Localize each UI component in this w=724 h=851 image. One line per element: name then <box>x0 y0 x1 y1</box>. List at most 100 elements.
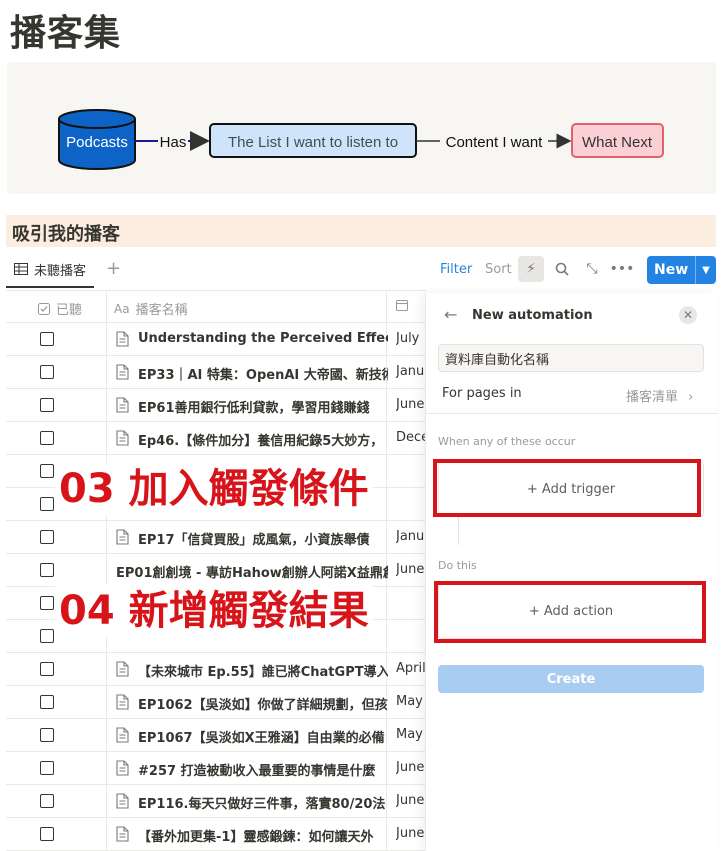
bolt-icon[interactable]: ⚡︎ <box>518 256 544 282</box>
row-name[interactable]: #257 打造被動收入最重要的事情是什麼 <box>138 760 388 779</box>
panel-title: New automation <box>472 308 593 323</box>
sort-button[interactable]: Sort <box>485 262 512 277</box>
filter-button[interactable]: Filter <box>440 262 472 277</box>
list-node: The List I want to listen to <box>209 123 417 158</box>
podcasts-node: Podcasts <box>58 109 136 170</box>
row-name[interactable]: EP33｜AI 特集：OpenAI 大帝國、新技術 <box>138 364 388 383</box>
section-heading: 吸引我的播客 <box>6 215 716 247</box>
table-row[interactable]: EP33｜AI 特集：OpenAI 大帝國、新技術 Janu <box>6 356 426 389</box>
row-date: April <box>396 661 426 676</box>
annotation-step3: 03 加入觸發條件 <box>55 463 373 515</box>
new-button-label: New <box>654 262 689 278</box>
database-toolbar: 未聽播客 + Filter Sort ⚡︎ ⤡ ••• New ▼ <box>6 252 716 288</box>
table-row[interactable]: EP116.每天只做好三件事，落實80/20法 June <box>6 785 426 818</box>
row-date: May <box>396 727 423 742</box>
add-view-icon[interactable]: + <box>106 258 121 279</box>
table-row[interactable]: #257 打造被動收入最重要的事情是什麼 June <box>6 752 426 785</box>
row-checkbox[interactable] <box>40 497 54 511</box>
page-title: 播客集 <box>10 13 122 54</box>
highlight-action <box>434 581 706 643</box>
table-row[interactable]: Understanding the Perceived Effectiven Ju… <box>6 323 426 356</box>
row-checkbox[interactable] <box>40 695 54 709</box>
row-checkbox[interactable] <box>40 563 54 577</box>
table-icon <box>14 263 28 275</box>
row-date: June <box>396 793 425 808</box>
row-date: June <box>396 826 425 841</box>
automation-name-input[interactable] <box>438 344 704 372</box>
page-icon <box>116 364 129 380</box>
header-name[interactable]: Aa 播客名稱 <box>114 299 188 319</box>
edge-content-label: Content I want <box>446 134 544 151</box>
row-checkbox[interactable] <box>40 794 54 808</box>
row-checkbox[interactable] <box>40 629 54 643</box>
more-icon[interactable]: ••• <box>609 256 635 282</box>
page-icon <box>116 331 129 347</box>
tab-view[interactable]: 未聽播客 <box>6 252 95 288</box>
row-name[interactable]: 【番外加更集-1】靈感鍛鍊：如何讓天外 <box>138 826 388 845</box>
row-date: May <box>396 694 423 709</box>
row-name[interactable]: Understanding the Perceived Effectiven <box>138 331 388 346</box>
page-icon <box>116 397 129 413</box>
header-checkbox[interactable]: 已聽 <box>38 299 82 318</box>
row-name[interactable]: Ep46.【條件加分】養信用紀錄5大妙方， <box>138 430 388 449</box>
table-row[interactable]: EP01創創境 - 專訪Hahow創辦人阿諾X益鼎創 June <box>6 554 426 587</box>
podcasts-label: Podcasts <box>66 134 128 151</box>
row-name[interactable]: EP1062【吳淡如】你做了詳細規劃，但孩 <box>138 694 388 713</box>
back-arrow-icon[interactable]: ← <box>444 305 457 324</box>
row-name[interactable]: EP17「信貸買股」成風氣，小資族舉債 <box>138 529 388 548</box>
page-icon <box>116 760 129 776</box>
row-name[interactable]: EP61善用銀行低利貸款，學習用錢賺錢 <box>138 397 388 416</box>
row-date: July <box>396 331 420 346</box>
chevron-down-icon[interactable]: ▼ <box>695 256 716 284</box>
row-checkbox[interactable] <box>40 596 54 610</box>
page-icon <box>116 661 129 677</box>
row-checkbox[interactable] <box>40 431 54 445</box>
divider <box>426 413 718 414</box>
table-row[interactable]: EP1067【吳淡如X王雅涵】自由業的必備 May <box>6 719 426 752</box>
row-checkbox[interactable] <box>40 827 54 841</box>
row-date: Janu <box>396 364 425 379</box>
table-row[interactable]: Ep46.【條件加分】養信用紀錄5大妙方， Dece <box>6 422 426 455</box>
row-checkbox[interactable] <box>40 530 54 544</box>
row-checkbox[interactable] <box>40 398 54 412</box>
table-row[interactable]: 【番外加更集-1】靈感鍛鍊：如何讓天外 June <box>6 818 426 851</box>
row-checkbox[interactable] <box>40 662 54 676</box>
table-row[interactable]: EP1062【吳淡如】你做了詳細規劃，但孩 May <box>6 686 426 719</box>
create-button[interactable]: Create <box>438 665 704 693</box>
row-date: June <box>396 760 425 775</box>
row-checkbox[interactable] <box>40 332 54 346</box>
header-checkbox-label: 已聽 <box>56 303 83 318</box>
search-icon[interactable] <box>549 256 575 282</box>
expand-icon[interactable]: ⤡ <box>579 256 605 282</box>
for-pages-value: 播客清單 <box>626 390 679 405</box>
page-icon <box>116 727 129 743</box>
for-pages-select[interactable]: 播客清單 › <box>626 386 693 405</box>
row-checkbox[interactable] <box>40 728 54 742</box>
highlight-trigger <box>433 459 701 517</box>
row-checkbox[interactable] <box>40 365 54 379</box>
diagram-svg: Podcasts Has The List I want to listen t… <box>58 109 664 170</box>
row-date: Janu <box>396 529 425 544</box>
row-date: June <box>396 562 425 577</box>
row-checkbox[interactable] <box>40 464 54 478</box>
table-row[interactable]: EP17「信貸買股」成風氣，小資族舉債 Janu <box>6 521 426 554</box>
row-checkbox[interactable] <box>40 761 54 775</box>
row-name[interactable]: EP116.每天只做好三件事，落實80/20法 <box>138 793 388 812</box>
mermaid-diagram: Podcasts Has The List I want to listen t… <box>7 62 716 194</box>
page-icon <box>116 430 129 446</box>
table-row[interactable]: 【未來城市 Ep.55】誰已將ChatGPT導入 April <box>6 653 426 686</box>
new-button[interactable]: New ▼ <box>647 256 716 284</box>
close-icon[interactable]: ✕ <box>679 306 697 324</box>
table-row[interactable]: EP61善用銀行低利貸款，學習用錢賺錢 June <box>6 389 426 422</box>
for-pages-label: For pages in <box>442 386 522 401</box>
list-label: The List I want to listen to <box>228 134 398 151</box>
row-name[interactable]: EP1067【吳淡如X王雅涵】自由業的必備 <box>138 727 388 746</box>
calendar-icon[interactable] <box>396 299 408 315</box>
row-name[interactable]: EP01創創境 - 專訪Hahow創辦人阿諾X益鼎創 <box>116 562 388 581</box>
edge-has-label: Has <box>160 134 187 151</box>
database-table: 已聽 Aa 播客名稱 Understanding the Perceived E… <box>6 290 426 851</box>
trigger-section-label: When any of these occur <box>438 435 576 448</box>
page-icon <box>116 826 129 842</box>
row-name[interactable]: 【未來城市 Ep.55】誰已將ChatGPT導入 <box>138 661 388 680</box>
page-icon <box>116 529 129 545</box>
